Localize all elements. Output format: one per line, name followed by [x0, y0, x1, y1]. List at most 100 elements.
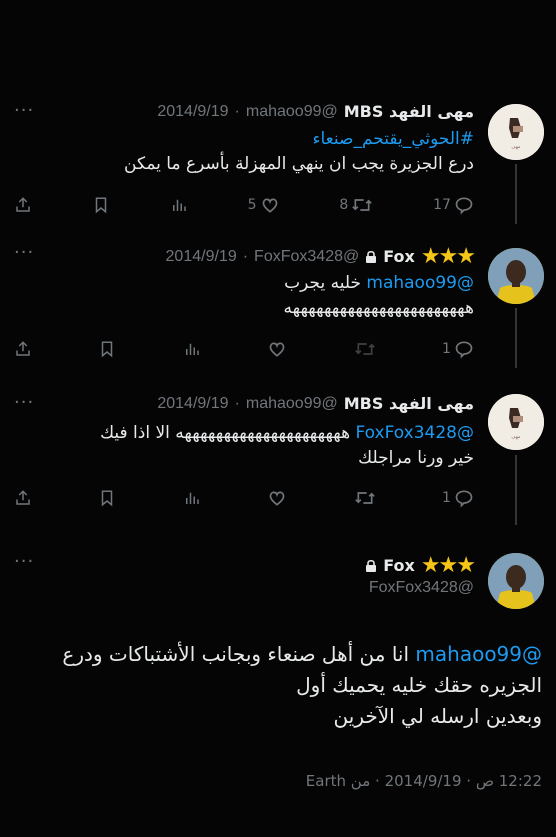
- star-badge: ★★★: [420, 244, 476, 269]
- tweet-text: #الحوثي_يقتحم_صنعاء درع الجزيرة يجب ان ي…: [124, 127, 474, 177]
- bookmark-icon: [95, 197, 107, 214]
- display-name[interactable]: Fox: [383, 247, 415, 266]
- tweet-2[interactable]: ★★★ Fox @FoxFox3428 · 2014/9/19 ··· @mah…: [0, 222, 556, 368]
- display-name[interactable]: مهى الفهد MBS: [344, 102, 474, 121]
- reply-button[interactable]: 17: [433, 195, 474, 215]
- tweet-header: ★★★ Fox @FoxFox3428 · 2014/9/19: [166, 244, 476, 269]
- more-icon[interactable]: ···: [14, 242, 34, 263]
- action-bar: 1: [14, 487, 474, 509]
- tweet-date[interactable]: 2014/9/19: [157, 103, 228, 121]
- handle[interactable]: @mahaoo99: [246, 103, 338, 121]
- views-button[interactable]: [183, 489, 201, 507]
- thread: مهى مهى الفهد MBS @mahaoo99 · 2014/9/19 …: [0, 82, 556, 817]
- tweet-body-line1: انا من أهل صنعاء وبجانب الأشتباكات ودرع: [62, 642, 410, 666]
- tweet-date[interactable]: 2014/9/19: [166, 248, 237, 266]
- share-icon: [16, 490, 30, 505]
- retweet-button[interactable]: [354, 488, 376, 508]
- action-bar: 1: [14, 338, 474, 360]
- tweet-header: مهى الفهد MBS @mahaoo99 · 2014/9/19: [157, 394, 474, 413]
- tweet-body-line3: وبعدين ارسله لي الآخرين: [333, 704, 542, 728]
- tweet-text: @FoxFox3428 هههههههههههههههههههههه الا ا…: [100, 421, 474, 471]
- reply-icon: [455, 490, 473, 508]
- more-icon[interactable]: ···: [14, 551, 34, 572]
- share-button[interactable]: [14, 340, 32, 358]
- tweet-3[interactable]: مهى مهى الفهد MBS @mahaoo99 · 2014/9/19 …: [0, 367, 556, 525]
- tweet-header: ★★★ Fox: [365, 553, 476, 578]
- display-name[interactable]: مهى الفهد MBS: [344, 394, 474, 413]
- avatar[interactable]: مهى: [488, 394, 544, 450]
- mention-link[interactable]: @mahaoo99: [415, 642, 542, 666]
- mention-link[interactable]: @mahaoo99: [366, 273, 474, 293]
- views-button[interactable]: [183, 340, 201, 358]
- tweet-text: @mahaoo99 خليه يجرب هههههههههههههههههههه…: [284, 271, 474, 321]
- thread-line: [515, 455, 517, 525]
- star-badge: ★★★: [420, 553, 476, 578]
- share-button[interactable]: [14, 489, 32, 507]
- tweet-text: @mahaoo99 انا من أهل صنعاء وبجانب الأشتب…: [22, 639, 542, 732]
- reply-button[interactable]: 1: [442, 339, 474, 359]
- share-button[interactable]: [14, 196, 32, 214]
- avatar[interactable]: [488, 248, 544, 304]
- retweet-icon: [352, 199, 373, 211]
- display-name[interactable]: Fox: [383, 556, 415, 575]
- reply-icon: [455, 341, 473, 359]
- svg-text:مهى: مهى: [511, 434, 520, 440]
- handle[interactable]: @mahaoo99: [246, 395, 338, 413]
- tweet-body-line1: هههههههههههههههههههههه الا اذا فيك: [100, 423, 351, 443]
- reply-count: 17: [433, 197, 451, 213]
- views-icon: [185, 343, 199, 355]
- views-icon: [185, 492, 199, 504]
- lock-icon: [366, 559, 377, 572]
- tweet-body-line2: خير ورنا مراجلك: [358, 448, 474, 468]
- tweet-time[interactable]: 12:22 ص: [476, 772, 542, 790]
- retweet-button[interactable]: 8: [339, 195, 373, 215]
- share-icon: [16, 197, 30, 212]
- tweet-body-line1: خليه يجرب: [284, 273, 361, 293]
- retweet-icon: [354, 492, 375, 504]
- bookmark-button[interactable]: [98, 340, 116, 358]
- handle[interactable]: @FoxFox3428: [369, 579, 474, 597]
- share-icon: [16, 341, 30, 356]
- like-button[interactable]: [267, 339, 287, 359]
- separator-dot: ·: [375, 772, 380, 790]
- separator-dot: ·: [234, 102, 240, 120]
- reply-count: 1: [442, 341, 451, 357]
- thread-line: [515, 308, 517, 368]
- separator-dot: ·: [234, 394, 240, 412]
- tweet-date[interactable]: 2014/9/19: [385, 772, 462, 790]
- thread-line: [515, 164, 517, 224]
- lock-icon: [366, 250, 377, 263]
- main-tweet[interactable]: ★★★ Fox @FoxFox3428 ··· @mahaoo99 انا من…: [0, 517, 556, 817]
- handle-row: @FoxFox3428: [369, 579, 474, 597]
- like-icon: [269, 342, 285, 357]
- retweet-icon: [354, 343, 375, 355]
- tweet-body-line2: الجزيره حقك خليه يحميك أول: [296, 673, 542, 697]
- views-button[interactable]: [170, 196, 188, 214]
- avatar[interactable]: مهى: [488, 104, 544, 160]
- retweet-button[interactable]: [354, 339, 376, 359]
- like-button[interactable]: 5: [248, 195, 280, 215]
- like-button[interactable]: [267, 488, 287, 508]
- like-icon: [269, 491, 285, 506]
- bookmark-button[interactable]: [92, 196, 110, 214]
- bookmark-button[interactable]: [98, 489, 116, 507]
- bookmark-icon: [102, 341, 113, 358]
- reply-button[interactable]: 1: [442, 488, 474, 508]
- retweet-count: 8: [339, 197, 349, 213]
- tweet-body-line2: هههههههههههههههههههههههه: [283, 298, 474, 318]
- mention-link[interactable]: @FoxFox3428: [356, 423, 475, 443]
- action-bar: 5 8 17: [14, 194, 474, 216]
- handle[interactable]: @FoxFox3428: [254, 248, 359, 266]
- tweet-date[interactable]: 2014/9/19: [157, 395, 228, 413]
- reply-count: 1: [442, 490, 451, 506]
- views-icon: [172, 199, 186, 211]
- tweet-header: مهى الفهد MBS @mahaoo99 · 2014/9/19: [157, 102, 474, 121]
- tweet-source: من Earth: [305, 772, 371, 790]
- tweet-body: درع الجزيرة يجب ان ينهي المهزلة بأسرع ما…: [124, 154, 474, 174]
- more-icon[interactable]: ···: [14, 100, 34, 121]
- avatar[interactable]: [488, 553, 544, 609]
- hashtag-link[interactable]: #الحوثي_يقتحم_صنعاء: [124, 127, 475, 152]
- like-count: 5: [247, 197, 257, 213]
- more-icon[interactable]: ···: [14, 392, 34, 413]
- tweet-1[interactable]: مهى مهى الفهد MBS @mahaoo99 · 2014/9/19 …: [0, 82, 556, 224]
